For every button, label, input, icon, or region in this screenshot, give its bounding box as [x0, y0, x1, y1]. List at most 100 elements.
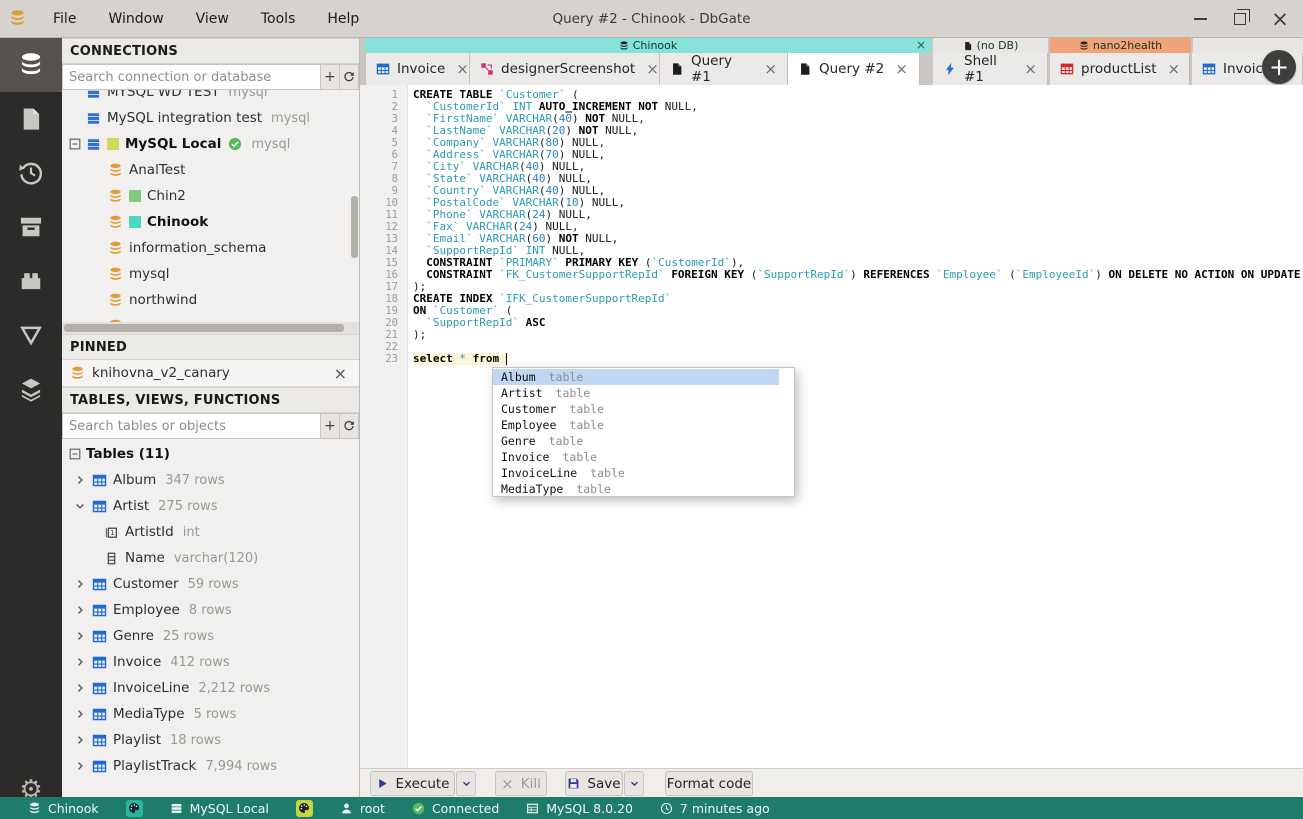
statusbar-theme-chip[interactable]	[295, 799, 313, 817]
connections-horizontal-scrollbar[interactable]	[62, 322, 359, 334]
connections-vertical-scrollbar[interactable]	[351, 196, 358, 258]
table-item-Genre[interactable]: Genre 25 rows	[62, 623, 359, 649]
connection-item-northwind[interactable]: northwind	[62, 287, 359, 313]
connection-item-chinook[interactable]: Chinook	[62, 209, 359, 235]
statusbar-connected[interactable]: Connected	[412, 801, 499, 816]
chevron-right-icon	[74, 604, 86, 616]
close-icon[interactable]: ×	[916, 38, 926, 52]
database-icon	[18, 52, 44, 78]
format-code-button[interactable]: Format code	[665, 771, 753, 796]
table-item-Album[interactable]: Album 347 rows	[62, 467, 359, 493]
save-button[interactable]: Save	[565, 771, 623, 796]
tab-designerscreenshot[interactable]: designerScreenshot ×	[470, 53, 660, 85]
tab-productlist[interactable]: productList ×	[1050, 53, 1190, 85]
server-icon	[86, 137, 101, 152]
autocomplete-item-MediaType[interactable]: MediaType table	[493, 481, 779, 497]
maximize-button[interactable]	[1227, 6, 1253, 32]
autocomplete-item-Album[interactable]: Album table	[493, 369, 779, 385]
autocomplete-item-Invoice[interactable]: Invoice table	[493, 449, 779, 465]
dbgate-window: File Window View Tools Help Query #2 - Chino…	[0, 0, 1303, 819]
connection-search-input[interactable]	[62, 64, 321, 90]
save-dropdown-button[interactable]	[624, 771, 644, 796]
refresh-connections-button[interactable]	[340, 64, 359, 90]
rail-item-archive[interactable]	[0, 200, 62, 254]
close-button[interactable]: ×	[1267, 6, 1293, 32]
statusbar-mysql-local[interactable]: MySQL Local	[170, 801, 269, 816]
statusbar-theme-chip[interactable]	[125, 799, 143, 817]
rail-item-history[interactable]	[0, 146, 62, 200]
column-item-Name[interactable]: Name varchar(120)	[62, 545, 359, 571]
menu-tools[interactable]: Tools	[249, 7, 308, 31]
sql-editor[interactable]: 1 2 3 4 5 6 7 8 9 10 11 12 13 14 15 16 17 18 19 20 21 22 23 CR…	[360, 85, 1303, 768]
menu-help[interactable]: Help	[315, 7, 371, 31]
close-icon[interactable]: ×	[1024, 60, 1037, 78]
table-item-Customer[interactable]: Customer 59 rows	[62, 571, 359, 597]
autocomplete-item-Genre[interactable]: Genre table	[493, 433, 779, 449]
close-icon[interactable]: ×	[764, 60, 777, 78]
kill-button[interactable]: × Kill	[495, 771, 547, 796]
minimize-button[interactable]	[1187, 6, 1213, 32]
code-line-23: select * from	[413, 353, 1303, 365]
new-tab-button[interactable]: +	[1262, 50, 1296, 84]
close-icon[interactable]: ×	[330, 364, 351, 383]
table-item-Playlist[interactable]: Playlist 18 rows	[62, 727, 359, 753]
connection-item-chin2[interactable]: Chin2	[62, 183, 359, 209]
rail-item-database[interactable]	[0, 38, 62, 92]
pinned-item-knihovna_v2_canary[interactable]: knihovna_v2_canary ×	[62, 360, 359, 387]
close-icon[interactable]: ×	[456, 60, 469, 78]
funnel-icon	[18, 322, 44, 348]
execute-button[interactable]: Execute	[370, 771, 455, 796]
autocomplete-item-Artist[interactable]: Artist table	[493, 385, 779, 401]
connection-item-mysql-wd-test[interactable]: MYSQL WD TEST mysql	[62, 90, 359, 105]
chevron-right-icon	[74, 682, 86, 694]
table-item-Invoice[interactable]: Invoice 412 rows	[62, 649, 359, 675]
table-item-PlaylistTrack[interactable]: PlaylistTrack 7,994 rows	[62, 753, 359, 779]
tab-shell-1[interactable]: Shell #1 ×	[933, 53, 1048, 85]
tab-query-2[interactable]: Query #2 ×	[788, 53, 920, 85]
connection-item-mysql[interactable]: mysql	[62, 261, 359, 287]
autocomplete-item-Employee[interactable]: Employee table	[493, 417, 779, 433]
connection-item-information-schema[interactable]: information_schema	[62, 235, 359, 261]
autocomplete-item-InvoiceLine[interactable]: InvoiceLine table	[493, 465, 779, 481]
statusbar-mysql-8-0-20[interactable]: MySQL 8.0.20	[526, 801, 633, 816]
autocomplete-item-Customer[interactable]: Customer table	[493, 401, 779, 417]
editor-code: CREATE TABLE `Customer` ( `CustomerId` I…	[413, 89, 1303, 365]
add-connection-button[interactable]: +	[321, 64, 340, 90]
refresh-objects-button[interactable]	[340, 413, 359, 439]
connection-item-analtest[interactable]: AnalTest	[62, 157, 359, 183]
tables-root[interactable]: Tables (11)	[62, 441, 359, 467]
statusbar-root[interactable]: root	[340, 801, 385, 816]
table-item-Artist[interactable]: Artist 275 rows	[62, 493, 359, 519]
connection-item-mysql-local[interactable]: MySQL Local mysql	[62, 131, 359, 157]
chevron-right-icon	[74, 760, 86, 772]
statusbar: Chinook MySQL Local root Connected MySQL 8.0…	[0, 797, 1303, 819]
column-item-ArtistId[interactable]: 1 ArtistId int	[62, 519, 359, 545]
rail-item-layers[interactable]	[0, 362, 62, 416]
tab-query-1[interactable]: Query #1 ×	[660, 53, 788, 85]
statusbar-7-minutes-ago[interactable]: 7 minutes ago	[660, 801, 770, 816]
close-icon[interactable]: ×	[1168, 60, 1181, 78]
objects-search-input[interactable]	[62, 413, 321, 439]
table-item-InvoiceLine[interactable]: InvoiceLine 2,212 rows	[62, 675, 359, 701]
menu-window[interactable]: Window	[96, 7, 175, 31]
refresh-icon	[343, 71, 355, 83]
menu-file[interactable]: File	[41, 7, 88, 31]
rail-item-plugin[interactable]	[0, 254, 62, 308]
menu-view[interactable]: View	[184, 7, 241, 31]
table-item-Employee[interactable]: Employee 8 rows	[62, 597, 359, 623]
statusbar-chinook[interactable]: Chinook	[28, 801, 99, 816]
table-icon	[92, 759, 107, 774]
close-icon[interactable]: ×	[646, 60, 659, 78]
svg-text:1: 1	[110, 528, 114, 537]
add-object-button[interactable]: +	[321, 413, 340, 439]
close-icon[interactable]: ×	[895, 60, 908, 78]
check-circle-icon	[228, 137, 242, 151]
execute-dropdown-button[interactable]	[456, 771, 476, 796]
rail-item-funnel[interactable]	[0, 308, 62, 362]
rail-item-file[interactable]	[0, 92, 62, 146]
tab-invoice[interactable]: Invoice×	[365, 53, 470, 85]
table-icon	[92, 655, 107, 670]
table-item-MediaType[interactable]: MediaType 5 rows	[62, 701, 359, 727]
table-icon	[376, 62, 390, 76]
connection-item-mysql-integration-test[interactable]: MySQL integration test mysql	[62, 105, 359, 131]
